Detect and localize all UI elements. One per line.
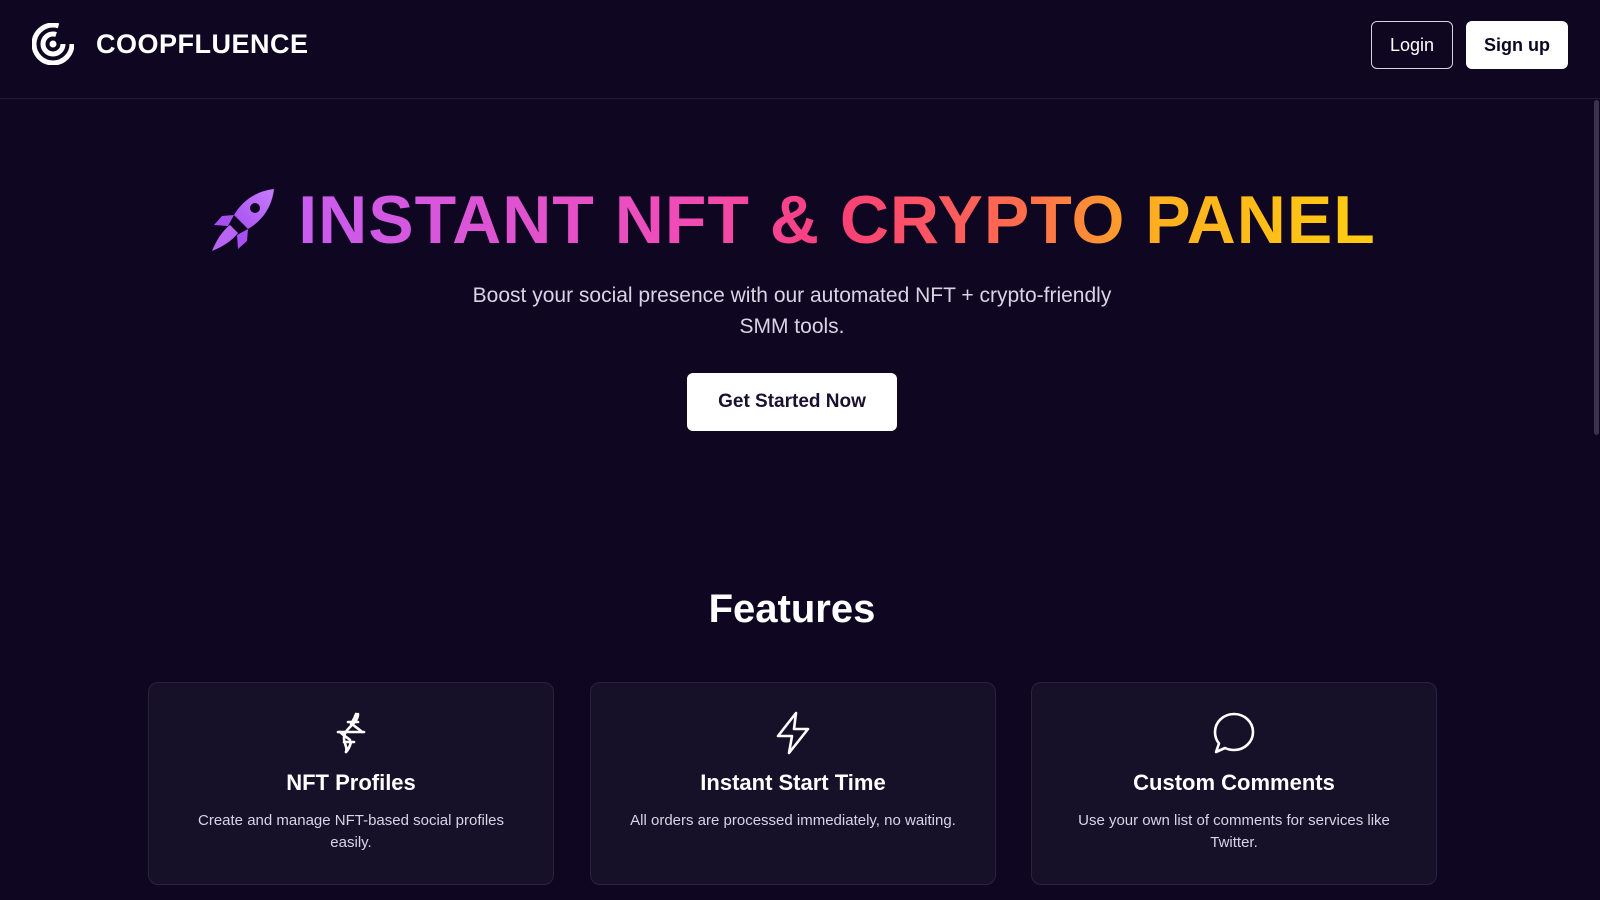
feature-card-custom-comments: Custom Comments Use your own list of com… (1031, 682, 1437, 885)
chat-bubble-icon (1213, 712, 1255, 754)
card-title: NFT Profiles (286, 770, 416, 795)
login-button[interactable]: Login (1371, 21, 1453, 69)
dna-icon (336, 712, 366, 754)
rocket-icon (212, 189, 275, 251)
get-started-button[interactable]: Get Started Now (687, 373, 897, 431)
card-title: Custom Comments (1133, 770, 1335, 795)
brand-logo-icon (32, 23, 74, 65)
card-description: Use your own list of comments for servic… (1078, 812, 1390, 851)
card-title: Instant Start Time (700, 770, 886, 795)
hero-section: INSTANT NFT & CRYPTO PANEL Boost your so… (0, 180, 1584, 431)
hero-subtitle: Boost your social presence with our auto… (472, 284, 1112, 338)
hero-title: INSTANT NFT & CRYPTO PANEL (298, 182, 1376, 258)
hero-title-row: INSTANT NFT & CRYPTO PANEL (0, 180, 1584, 260)
signup-button[interactable]: Sign up (1466, 21, 1568, 69)
brand-name: COOPFLUENCE (96, 28, 309, 59)
feature-card-nft-profiles: NFT Profiles Create and manage NFT-based… (148, 682, 554, 885)
lightning-icon (776, 711, 810, 755)
features-heading: Features (708, 587, 876, 631)
site-header: COOPFLUENCE Login Sign up (0, 0, 1600, 99)
page-scrollbar[interactable] (1594, 100, 1599, 435)
card-description: Create and manage NFT-based social profi… (198, 812, 504, 851)
feature-card-instant-start: Instant Start Time All orders are proces… (590, 682, 996, 885)
card-description: All orders are processed immediately, no… (630, 812, 956, 829)
brand[interactable]: COOPFLUENCE (32, 23, 309, 65)
